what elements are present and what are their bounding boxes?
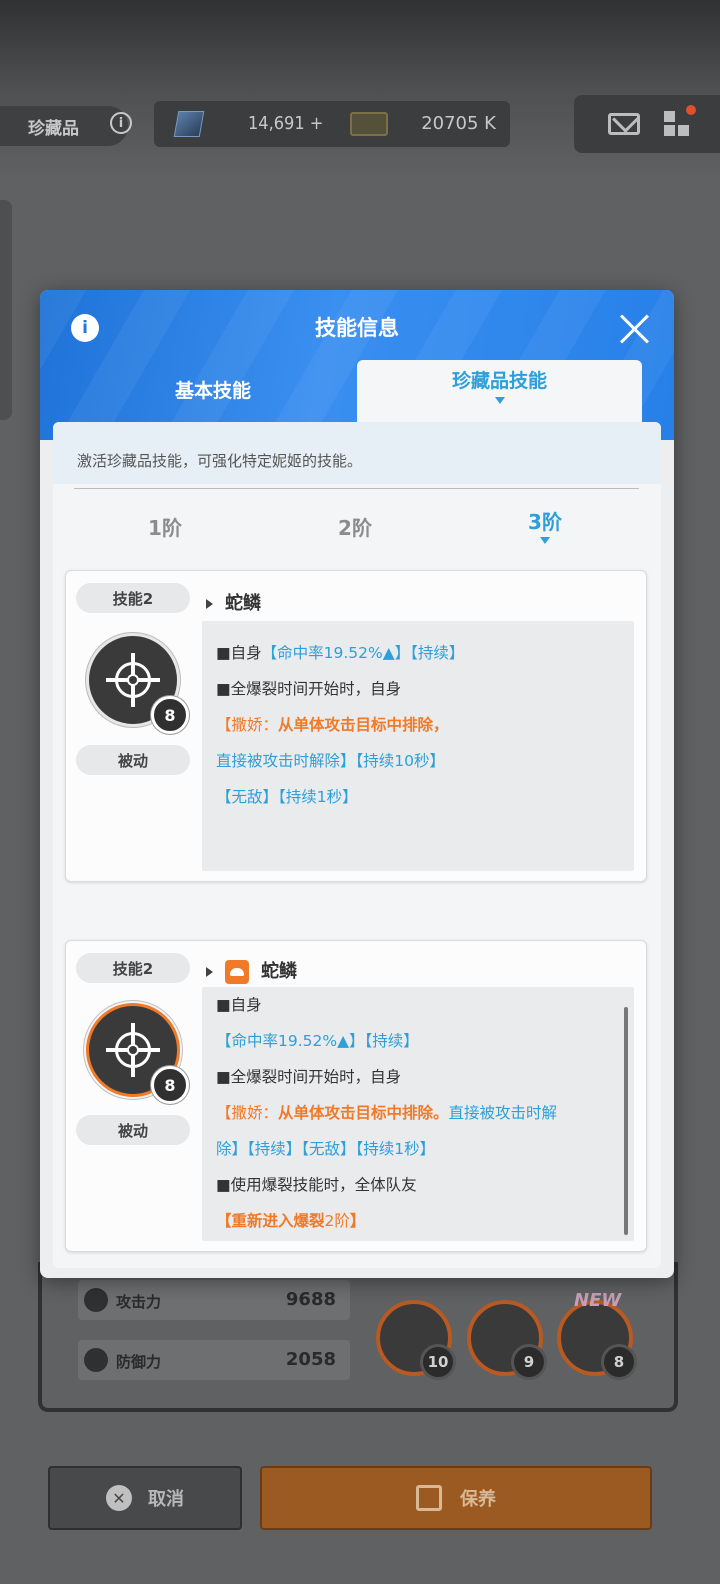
desc-line: ■全爆裂时间开始时，自身 xyxy=(216,1068,402,1086)
skill-name-text: 蛇鳞 xyxy=(261,961,297,982)
tab-label: 基本技能 xyxy=(174,380,251,402)
cancel-label: 取消 xyxy=(148,1489,184,1510)
close-circle-icon: ✕ xyxy=(106,1485,132,1511)
maintain-label: 保养 xyxy=(460,1489,496,1510)
description-text: 激活珍藏品技能，可强化特定妮姬的技能。 xyxy=(77,452,363,470)
play-icon xyxy=(206,967,213,977)
scrollbar[interactable] xyxy=(624,1007,628,1235)
skill-name-text: 蛇鳞 xyxy=(225,593,261,614)
desc-line: 【命中率19.52%▲】【持续】 xyxy=(261,644,465,662)
gem-count[interactable]: 14,691 + xyxy=(248,113,323,134)
tier-label: 2阶 xyxy=(338,516,372,540)
side-panel-edge xyxy=(0,200,12,420)
skill-type-label: 被动 xyxy=(117,1121,148,1140)
skill-type-pill: 被动 xyxy=(76,1115,190,1145)
collection-label: 珍藏品 xyxy=(28,118,79,139)
skill-slot-label: 技能2 xyxy=(112,959,154,978)
stat-label: 攻击力 xyxy=(116,1293,162,1311)
skill-slot-pill: 技能2 xyxy=(76,953,190,983)
desc-line: 直接被攻击时解除】【持续10秒】 xyxy=(216,752,445,770)
notification-dot xyxy=(684,103,698,117)
credit-card-icon xyxy=(350,112,388,136)
modal-header: i 技能信息 基本技能 珍藏品技能 xyxy=(40,290,674,440)
desc-line: ■自身 xyxy=(216,644,262,662)
description-band: 激活珍藏品技能，可强化特定妮姬的技能。 xyxy=(53,422,661,484)
desc-line: ■全爆裂时间开始时，自身 xyxy=(216,680,402,698)
calendar-icon xyxy=(416,1485,442,1511)
divider xyxy=(74,488,639,489)
desc-line: 【撒娇： xyxy=(216,1104,279,1122)
desc-line: 【撒娇： xyxy=(216,716,279,734)
tier-1[interactable]: 1阶 xyxy=(105,512,225,541)
stat-attack: 攻击力 9688 xyxy=(78,1280,350,1320)
play-icon xyxy=(206,599,213,609)
tier-2[interactable]: 2阶 xyxy=(295,512,415,541)
skill-level: 8 xyxy=(164,705,176,725)
new-badge: NEW xyxy=(574,1290,622,1311)
stat-label: 防御力 xyxy=(116,1353,162,1371)
close-icon[interactable] xyxy=(618,312,650,344)
desc-line: ■使用爆裂技能时，全体队友 xyxy=(216,1176,417,1194)
collection-pill[interactable]: 珍藏品 xyxy=(0,106,128,146)
skill-icon-3[interactable]: 8 xyxy=(557,1300,637,1380)
credit-count: 20705 K xyxy=(421,113,496,134)
skill-level: 8 xyxy=(601,1344,637,1380)
cancel-button[interactable]: ✕ 取消 xyxy=(48,1466,242,1530)
modal-content: 激活珍藏品技能，可强化特定妮姬的技能。 1阶 2阶 3阶 技能2 8 被动 蛇鳞… xyxy=(53,422,661,1268)
tab-label: 珍藏品技能 xyxy=(451,370,547,392)
skill-slot-label: 技能2 xyxy=(112,589,154,608)
active-indicator-icon xyxy=(494,397,505,404)
desc-line: ■自身 xyxy=(216,996,262,1014)
skill-card-current: 技能2 8 被动 蛇鳞 ■自身【命中率19.52%▲】【持续】 ■全爆裂时间开始… xyxy=(65,570,647,882)
desc-line: 从单体攻击目标中排除。 xyxy=(278,1104,449,1122)
stat-defense: 防御力 2058 xyxy=(78,1340,350,1380)
skill-name: 蛇鳞 xyxy=(206,589,261,615)
target-icon xyxy=(106,653,160,707)
info-icon[interactable]: i xyxy=(110,112,132,134)
skill-level-badge: 8 xyxy=(151,696,189,734)
tier-label: 3阶 xyxy=(528,510,562,534)
skill-description: ■自身【命中率19.52%▲】【持续】 ■全爆裂时间开始时，自身 【撒娇：从单体… xyxy=(202,621,634,871)
top-right-menu xyxy=(574,95,720,153)
skill-level: 10 xyxy=(420,1344,456,1380)
currency-bar: 14,691 + 20705 K xyxy=(154,101,510,147)
skill-icon[interactable]: 8 xyxy=(86,1003,189,1104)
tab-collection-skill[interactable]: 珍藏品技能 xyxy=(357,360,642,430)
target-icon xyxy=(106,1023,160,1077)
skill-icon[interactable]: 8 xyxy=(86,633,189,734)
active-indicator-icon xyxy=(540,537,550,544)
skill-name: 蛇鳞 xyxy=(206,957,297,984)
desc-line: 直接被攻击时解 xyxy=(448,1104,558,1122)
stat-value: 9688 xyxy=(285,1289,336,1310)
skill-icon-2[interactable]: 9 xyxy=(467,1300,547,1380)
gem-icon xyxy=(173,111,205,137)
desc-line: 从单体攻击目标中排除， xyxy=(278,716,449,734)
skill-level-badge: 8 xyxy=(151,1066,189,1104)
skill-level: 8 xyxy=(164,1075,176,1095)
skill-description[interactable]: ■自身 【命中率19.52%▲】【持续】 ■全爆裂时间开始时，自身 【撒娇：从单… xyxy=(202,987,634,1241)
desc-line: 【无敌】【持续1秒】 xyxy=(216,788,358,806)
modal-title: 技能信息 xyxy=(315,316,399,340)
skill-icon-1[interactable]: 10 xyxy=(376,1300,456,1380)
shield-icon xyxy=(84,1348,108,1372)
mail-icon[interactable] xyxy=(608,113,640,135)
desc-line: 除】【持续】【无敌】【持续1秒】 xyxy=(216,1140,436,1158)
collection-skill-icon xyxy=(225,960,249,984)
tier-label: 1阶 xyxy=(148,516,182,540)
skill-slot-pill: 技能2 xyxy=(76,583,190,613)
maintain-button[interactable]: 保养 xyxy=(260,1466,652,1530)
skill-type-label: 被动 xyxy=(117,751,148,770)
desc-line: 2阶 xyxy=(324,1212,350,1230)
desc-line: 】 xyxy=(349,1212,366,1230)
skill-type-pill: 被动 xyxy=(76,745,190,775)
skill-info-modal: i 技能信息 基本技能 珍藏品技能 激活珍藏品技能，可强化特定妮姬的技能。 1阶… xyxy=(40,290,674,1278)
tab-basic-skill[interactable]: 基本技能 xyxy=(66,360,360,422)
desc-line: 【重新进入爆裂 xyxy=(216,1212,325,1230)
skill-card-upgraded: 技能2 8 被动 蛇鳞 ■自身 【命中率19.52%▲】【持续】 ■全爆裂时间开… xyxy=(65,940,647,1252)
attack-icon xyxy=(84,1288,108,1312)
tier-3[interactable]: 3阶 xyxy=(485,506,605,544)
stat-value: 2058 xyxy=(285,1349,336,1370)
desc-line: 【命中率19.52%▲】【持续】 xyxy=(216,1032,419,1050)
skill-level: 9 xyxy=(511,1344,547,1380)
